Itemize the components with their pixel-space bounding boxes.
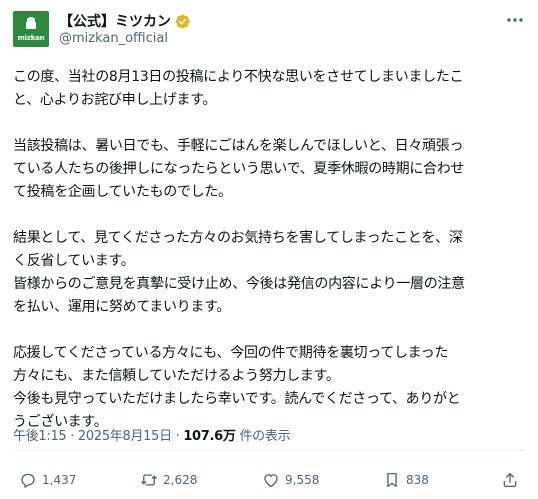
tweet-line: と、心よりお詫び申し上げます。: [13, 92, 217, 108]
like-count: 9,558: [285, 473, 320, 487]
tweet-line: 今後も見守っていただけましたら幸いです。読んでくださって、ありがと: [13, 391, 461, 407]
divider: [13, 450, 525, 451]
verified-badge-icon[interactable]: [174, 13, 191, 30]
post-time[interactable]: 午後1:15: [13, 429, 67, 444]
action-bar: 1,437 2,628 9,558 838: [13, 470, 525, 490]
tweet-paragraph: 応援してくださっている方々にも、今回の件で期待を裏切ってしまった 方々にも、また…: [13, 342, 531, 434]
avatar-logo-text: mizkan: [17, 34, 45, 42]
tweet-line: ている人たちの後押しになったらという思いで、夏季休暇の時期に合わせ: [13, 161, 465, 177]
meta-separator: ·: [66, 429, 78, 444]
tweet-line: 応援してくださっている方々にも、今回の件で期待を裏切ってしまった: [13, 345, 449, 361]
tweet-meta: 午後1:15 · 2025年8月15日 · 107.6万 件の表示: [13, 425, 291, 444]
tweet-line: 方々にも、また信頼していただけるよう努力します。: [13, 368, 340, 384]
more-icon: [507, 18, 523, 22]
share-icon: [503, 472, 517, 488]
author-name-line: 【公式】ミツカン: [59, 11, 191, 31]
bookmark-count: 838: [406, 473, 429, 487]
tweet-paragraph: この度、当社の8月13日の投稿により不快な思いをさせてしまいましたこ と、心より…: [13, 66, 531, 112]
bookmark-icon: [387, 472, 397, 488]
reply-icon: [21, 473, 35, 488]
repost-icon: [141, 474, 157, 486]
author-handle[interactable]: @mizkan_official: [59, 31, 168, 46]
meta-separator: ·: [171, 429, 184, 444]
tweet-line: を払い、運用に努めてまいります。: [13, 299, 231, 315]
tweet-line: 結果として、見てくださった方々のお気持ちを害してしまったことを、深: [13, 230, 463, 246]
tweet-line: 皆様からのご意見を真摯に受け止め、今後は発信の内容により一層の注意: [13, 276, 465, 292]
like-icon: [264, 474, 278, 488]
mizkan-logo-mark-icon: [26, 17, 36, 29]
tweet-text: この度、当社の8月13日の投稿により不快な思いをさせてしまいましたこ と、心より…: [13, 66, 531, 434]
display-name[interactable]: 【公式】ミツカン: [59, 11, 171, 31]
tweet-line: く反省しています。: [13, 253, 135, 269]
post-date[interactable]: 2025年8月15日: [78, 429, 172, 444]
more-options-button[interactable]: [504, 12, 526, 28]
view-count-label: 件の表示: [235, 429, 291, 444]
tweet-line: この度、当社の8月13日の投稿により不快な思いをさせてしまいましたこ: [13, 69, 464, 85]
reply-count: 1,437: [42, 473, 77, 487]
bookmark-button[interactable]: 838: [383, 470, 429, 490]
reply-button[interactable]: 1,437: [19, 470, 76, 490]
like-button[interactable]: 9,558: [262, 470, 319, 490]
share-button[interactable]: [501, 470, 519, 490]
tweet-line: て投稿を企画していたものでした。: [13, 184, 232, 200]
view-count[interactable]: 107.6万: [183, 429, 236, 444]
tweet-paragraph: 当該投稿は、暑い日でも、手軽にごはんを楽しんでほしいと、日々頑張っ ている人たち…: [13, 135, 531, 204]
avatar[interactable]: mizkan: [13, 11, 49, 47]
repost-button[interactable]: 2,628: [140, 470, 197, 490]
repost-count: 2,628: [163, 473, 198, 487]
tweet-line: 当該投稿は、暑い日でも、手軽にごはんを楽しんでほしいと、日々頑張っ: [13, 138, 464, 154]
tweet-paragraph: 結果として、見てくださった方々のお気持ちを害してしまったことを、深 く反省してい…: [13, 227, 531, 319]
